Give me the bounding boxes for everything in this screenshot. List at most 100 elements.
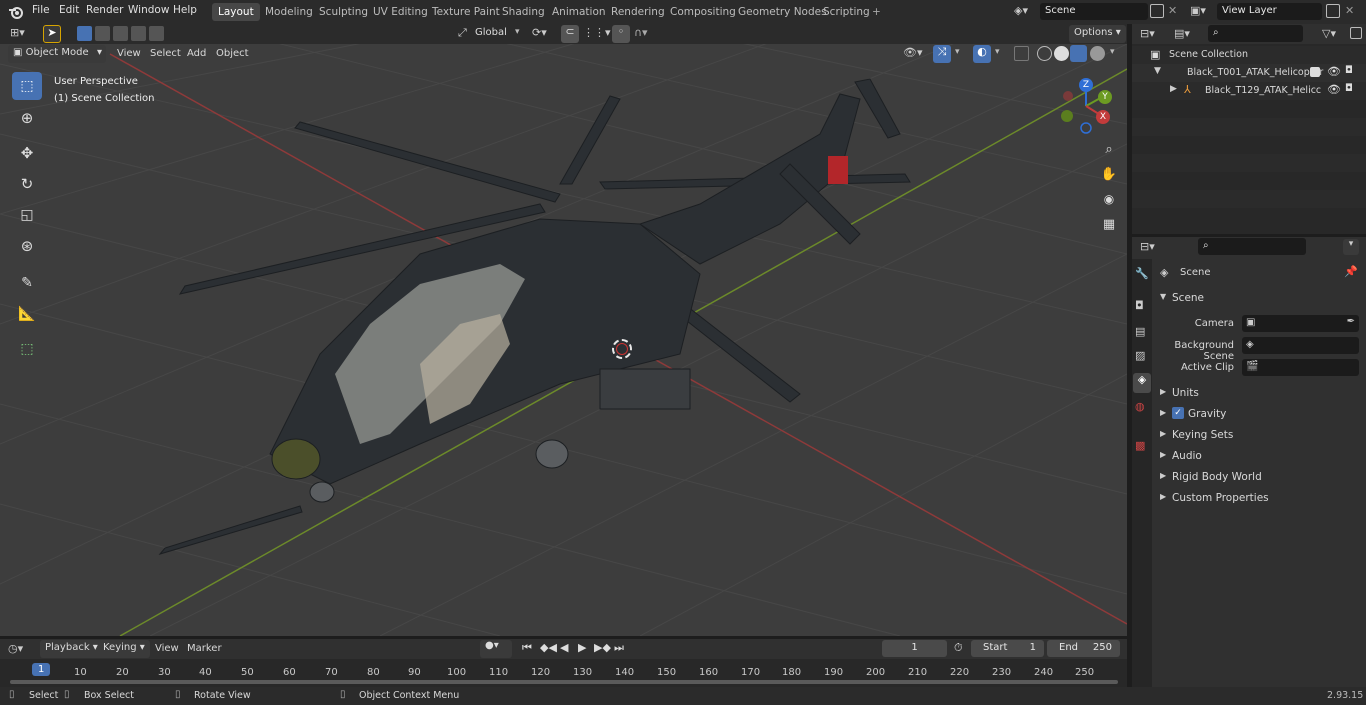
scene-name-field[interactable]: Scene [1040, 3, 1148, 20]
menu-select[interactable]: Select [150, 48, 181, 59]
jump-end-icon[interactable]: ⏭ [614, 641, 624, 655]
panel-keying-sets[interactable]: ▶ Keying Sets [1154, 427, 1366, 445]
pan-hand-icon[interactable]: ✋ [1099, 167, 1119, 187]
tab-compositing[interactable]: Compositing [664, 3, 742, 21]
rotate-tool-icon[interactable]: ↻ [12, 170, 42, 198]
xray-toggle-icon[interactable] [1014, 46, 1029, 61]
tab-uv-editing[interactable]: UV Editing [367, 3, 434, 21]
current-frame-field[interactable]: 1 [882, 640, 947, 657]
play-reverse-icon[interactable]: ◀ [560, 641, 568, 654]
falloff-icon[interactable]: ∩▾ [634, 26, 648, 39]
transform-orientation-dropdown[interactable]: Global [475, 27, 507, 38]
proportional-edit-icon[interactable]: ◦ [612, 25, 630, 43]
scale-tool-icon[interactable]: ◱ [12, 201, 42, 229]
camera-view-icon[interactable]: ◉ [1099, 192, 1119, 212]
snap-target-icon[interactable]: ⋮⋮▾ [583, 26, 611, 39]
filter-icon[interactable]: ▽▾ [1322, 27, 1336, 40]
record-button-icon[interactable]: ●▾ [480, 640, 512, 658]
background-scene-field[interactable]: ◈ [1242, 337, 1359, 354]
menu-add[interactable]: Add [187, 48, 206, 59]
timeline-menu-marker[interactable]: Marker [187, 643, 222, 654]
chevron-down-icon[interactable]: ▾ [515, 27, 520, 37]
menu-view[interactable]: View [117, 48, 141, 59]
menu-file[interactable]: File [32, 4, 50, 16]
move-tool-icon[interactable]: ✥ [12, 139, 42, 167]
render-tab-icon[interactable]: ◘ [1135, 299, 1144, 312]
properties-search-input[interactable]: ⌕ [1198, 238, 1306, 255]
menu-help[interactable]: Help [173, 4, 197, 16]
blender-logo-icon[interactable] [8, 4, 24, 20]
new-collection-icon[interactable] [1350, 27, 1362, 39]
gizmo-toggle-icon[interactable]: ⤨ [933, 45, 951, 63]
active-clip-field[interactable]: 🎬 [1242, 359, 1359, 376]
3d-cursor-icon[interactable] [612, 339, 632, 359]
next-keyframe-icon[interactable]: ▶◆ [594, 641, 611, 654]
shading-solid-icon[interactable] [1054, 46, 1069, 61]
scene-tab-icon[interactable]: ◈ [1133, 373, 1151, 393]
new-scene-icon[interactable] [1150, 4, 1164, 18]
panel-custom-properties[interactable]: ▶ Custom Properties [1154, 490, 1366, 508]
add-workspace-button[interactable]: + [866, 3, 887, 21]
view-layer-icon[interactable]: ▣▾ [1190, 4, 1214, 20]
tab-layout[interactable]: Layout [212, 3, 260, 21]
transform-tool-icon[interactable]: ⊛ [12, 232, 42, 260]
snap-toggle-icon[interactable]: ⊂ [561, 25, 579, 43]
select-tool-mode-icon[interactable]: ➤ [43, 25, 61, 43]
shading-rendered-icon[interactable] [1090, 46, 1105, 61]
properties-editor-type-icon[interactable]: ⊟▾ [1140, 240, 1155, 253]
expand-chevron-icon[interactable]: ▼ [1154, 66, 1161, 76]
jump-start-icon[interactable]: ⏮ [522, 641, 532, 655]
outliner-search-input[interactable]: ⌕ [1208, 25, 1303, 42]
properties-options-icon[interactable]: ▾ [1343, 239, 1359, 255]
measure-tool-icon[interactable]: 📐 [12, 300, 42, 328]
select-box-tool-icon[interactable]: ⬚ [12, 72, 42, 100]
eye-visibility-icon[interactable]: 👁 [1327, 65, 1341, 78]
eye-visibility-icon[interactable]: 👁 [1327, 83, 1341, 96]
camera-field[interactable]: ▣ ✒ [1242, 315, 1359, 332]
new-view-layer-icon[interactable] [1326, 4, 1340, 18]
timeline-scrollbar[interactable] [10, 680, 1118, 684]
prev-keyframe-icon[interactable]: ◆◀ [540, 641, 557, 654]
viewport-3d[interactable]: User Perspective (1) Scene Collection Z … [0, 24, 1127, 636]
stopwatch-icon[interactable]: ⏱ [954, 641, 963, 655]
zoom-icon[interactable]: ⌕ [1099, 142, 1119, 162]
visibility-icon[interactable]: 👁▾ [903, 46, 923, 59]
exclude-checkbox-icon[interactable] [1310, 67, 1320, 77]
panel-units[interactable]: ▶ Units [1154, 385, 1366, 403]
close-scene-icon[interactable]: ✕ [1168, 4, 1177, 17]
object-mode-dropdown[interactable]: ▣ Object Mode ▾ [8, 45, 106, 63]
panel-rigid-body-world[interactable]: ▶ Rigid Body World [1154, 469, 1366, 487]
menu-edit[interactable]: Edit [59, 4, 79, 16]
gizmo-z-axis[interactable]: Z [1079, 78, 1093, 92]
annotate-tool-icon[interactable]: ✎ [12, 269, 42, 297]
scene-section-header[interactable]: ▼ Scene [1154, 290, 1366, 308]
gizmo-dropdown-icon[interactable]: ▾ [955, 47, 960, 57]
outliner-editor-type-icon[interactable]: ⊟▾ [1140, 27, 1155, 40]
select-mode-invert-icon[interactable] [131, 26, 146, 41]
eyedropper-icon[interactable]: ✒ [1347, 316, 1355, 327]
tab-rendering[interactable]: Rendering [605, 3, 671, 21]
view-layer-tab-icon[interactable]: ▨ [1135, 349, 1145, 362]
menu-object[interactable]: Object [216, 48, 249, 59]
gizmo-x-axis[interactable]: X [1096, 110, 1110, 124]
navigation-gizmo[interactable]: Z Y X [1058, 76, 1120, 138]
playhead-frame[interactable]: 1 [32, 663, 51, 676]
gizmo-y-axis[interactable]: Y [1098, 90, 1112, 104]
shading-material-icon[interactable] [1070, 45, 1087, 62]
options-dropdown[interactable]: Options ▾ [1069, 25, 1126, 43]
editor-type-icon[interactable]: ⊞▾ [10, 26, 25, 39]
select-mode-intersect-icon[interactable] [149, 26, 164, 41]
helicopter-model[interactable] [0, 24, 1127, 636]
pin-icon[interactable]: 📌 [1344, 265, 1358, 278]
tab-texture-paint[interactable]: Texture Paint [426, 3, 506, 21]
end-frame-field[interactable]: End 250 [1047, 640, 1120, 657]
cursor-tool-icon[interactable]: ⊕ [12, 104, 42, 132]
play-icon[interactable]: ▶ [578, 641, 586, 654]
shading-dropdown-icon[interactable]: ▾ [1110, 47, 1115, 57]
add-cube-tool-icon[interactable]: ⬚ [12, 335, 42, 363]
keying-menu[interactable]: Keying ▾ [98, 640, 150, 658]
menu-window[interactable]: Window [128, 4, 169, 16]
select-mode-extend-icon[interactable] [95, 26, 110, 41]
tab-sculpting[interactable]: Sculpting [313, 3, 374, 21]
display-mode-icon[interactable]: ▤▾ [1174, 27, 1190, 40]
